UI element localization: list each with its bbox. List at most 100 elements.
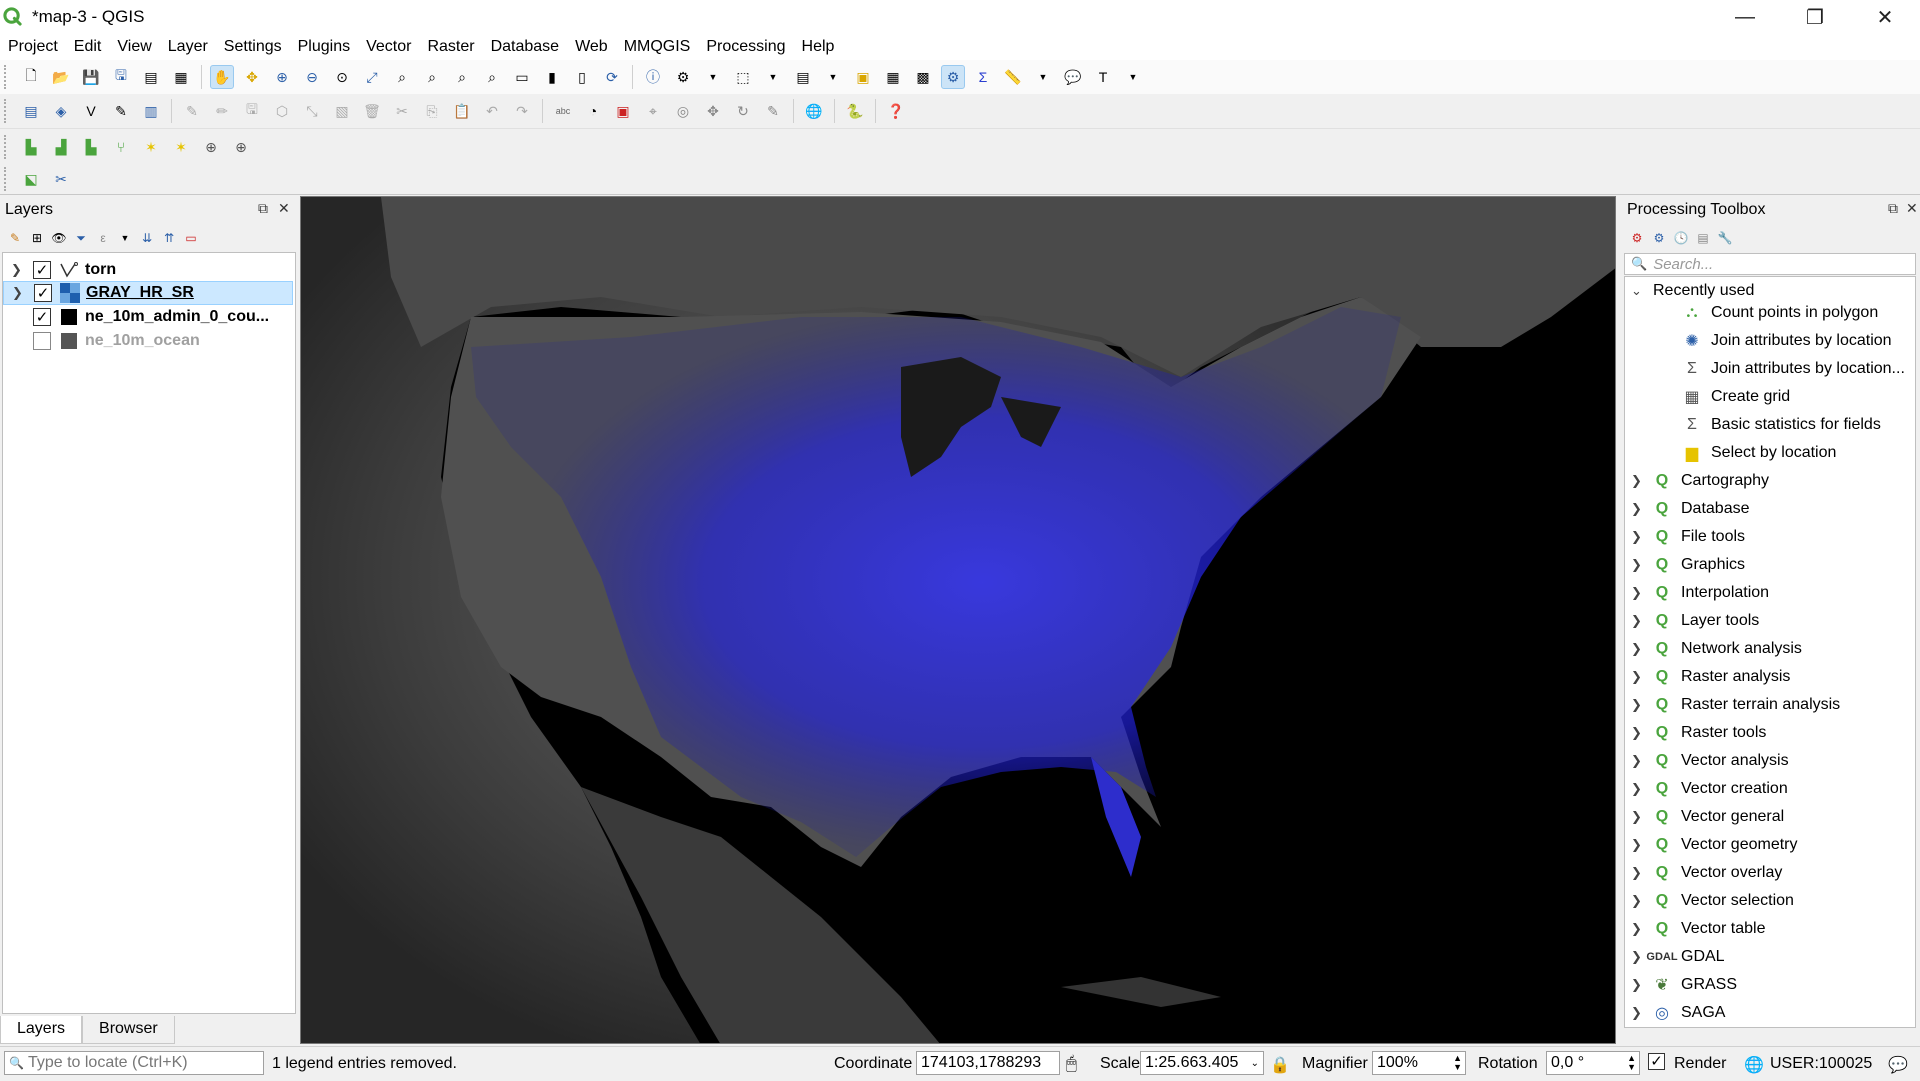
tree-group-vector-selection[interactable]: ❯ Q Vector selection	[1625, 888, 1915, 914]
recent-item[interactable]: ▦ Create grid	[1625, 384, 1915, 410]
menu-database[interactable]: Database	[483, 34, 568, 60]
add-group-icon[interactable]: ⊞	[28, 229, 46, 247]
close-button[interactable]: ✕	[1850, 0, 1920, 34]
recent-item[interactable]: ✺ Join attributes by location	[1625, 328, 1915, 354]
layer-row-admin-countries[interactable]: ✓ ne_10m_admin_0_cou...	[3, 305, 293, 329]
map-tips-icon[interactable]: 💬	[1061, 65, 1085, 89]
zoom-native-icon[interactable]: ⊙	[330, 65, 354, 89]
layer-visibility-checkbox[interactable]: ✓	[33, 308, 51, 326]
help-icon[interactable]: ❓	[884, 99, 908, 123]
layer-visibility-checkbox[interactable]	[33, 332, 51, 350]
scissors-tool-icon[interactable]: ✂	[49, 167, 73, 191]
remove-layer-icon[interactable]: ▭	[182, 229, 200, 247]
redo-icon[interactable]: ↷	[510, 99, 534, 123]
tree-group-vector-table[interactable]: ❯ Q Vector table	[1625, 916, 1915, 942]
tree-group-vector-geometry[interactable]: ❯ Q Vector geometry	[1625, 832, 1915, 858]
histogram-compare-icon[interactable]: ▟	[49, 135, 73, 159]
measure-icon[interactable]: 📏	[1001, 65, 1025, 89]
menu-view[interactable]: View	[109, 34, 159, 60]
layer-row-torn[interactable]: ❯ ✓ torn	[3, 258, 293, 282]
vertex-tool-icon[interactable]: ⤡	[300, 99, 324, 123]
layout-manager-icon[interactable]: ▦	[169, 65, 193, 89]
expand-arrow-icon[interactable]: ❯	[1631, 753, 1642, 769]
statistics-sigma-icon[interactable]: Σ	[971, 65, 995, 89]
dropdown-arrow-icon[interactable]: ▼	[701, 65, 725, 89]
layer-row-ocean[interactable]: ne_10m_ocean	[3, 329, 293, 353]
save-edits-icon[interactable]: 🖫	[240, 99, 264, 123]
tree-group-vector-creation[interactable]: ❯ Q Vector creation	[1625, 776, 1915, 802]
tree-group-layer-tools[interactable]: ❯ Q Layer tools	[1625, 608, 1915, 634]
tree-group-file-tools[interactable]: ❯ Q File tools	[1625, 524, 1915, 550]
add-feature-icon[interactable]: ⬡	[270, 99, 294, 123]
save-as-icon[interactable]: 🖫	[109, 65, 133, 89]
expand-arrow-icon[interactable]: ❯	[1631, 641, 1642, 657]
pan-to-selection-icon[interactable]: ✥	[240, 65, 264, 89]
menu-processing[interactable]: Processing	[698, 34, 793, 60]
menu-project[interactable]: Project	[0, 34, 66, 60]
filter-expression-icon[interactable]: ε	[94, 229, 112, 247]
deselect-icon[interactable]: ▣	[851, 65, 875, 89]
tree-group-raster-analysis[interactable]: ❯ Q Raster analysis	[1625, 664, 1915, 690]
float-panel-icon[interactable]: ⧉	[258, 200, 268, 217]
menu-edit[interactable]: Edit	[66, 34, 110, 60]
text-annotation-icon[interactable]: T	[1091, 65, 1115, 89]
expand-all-icon[interactable]: ⇊	[138, 229, 156, 247]
diagram-icon[interactable]: ◔	[581, 99, 605, 123]
expand-arrow-icon[interactable]: ❯	[1631, 557, 1642, 573]
options-icon[interactable]: 🔧	[1716, 229, 1734, 247]
magnifier-spinbox[interactable]: 100% ▲ ▼	[1372, 1051, 1466, 1075]
layer-visibility-checkbox[interactable]: ✓	[34, 284, 52, 302]
save-project-icon[interactable]: 💾	[79, 65, 103, 89]
modify-attributes-icon[interactable]: ▧	[330, 99, 354, 123]
lock-scale-icon[interactable]: 🔒	[1270, 1055, 1290, 1075]
toolbar-grip[interactable]	[4, 65, 10, 89]
models-icon[interactable]: ⚙	[1628, 229, 1646, 247]
tree-group-vector-analysis[interactable]: ❯ Q Vector analysis	[1625, 748, 1915, 774]
expand-arrow-icon[interactable]: ❯	[1631, 865, 1642, 881]
expand-arrow-icon[interactable]: ❯	[1631, 921, 1642, 937]
tab-browser[interactable]: Browser	[82, 1016, 175, 1044]
coordinate-input[interactable]: 174103,1788293	[916, 1051, 1060, 1075]
results-viewer-icon[interactable]: ▤	[1694, 229, 1712, 247]
coordinate-toggle-icon[interactable]: 🖱	[1066, 1053, 1077, 1074]
new-project-icon[interactable]: 🗋	[19, 65, 43, 89]
expand-arrow-icon[interactable]: ❯	[1631, 501, 1642, 517]
manage-themes-icon[interactable]: 👁	[50, 229, 68, 247]
layer-visibility-checkbox[interactable]: ✓	[33, 261, 51, 279]
digitize-icon[interactable]: ✎	[109, 99, 133, 123]
dropdown-arrow-icon[interactable]: ▼	[1031, 65, 1055, 89]
zoom-full-icon[interactable]: ⤢	[360, 65, 384, 89]
expand-arrow-icon[interactable]: ❯	[1631, 725, 1642, 741]
tree-provider-gdal[interactable]: ❯ GDAL GDAL	[1625, 944, 1915, 970]
expand-arrow-icon[interactable]: ❯	[12, 285, 26, 301]
dropdown-arrow-icon[interactable]: ▼	[761, 65, 785, 89]
dropdown-arrow-icon[interactable]: ▼	[116, 229, 134, 247]
undo-icon[interactable]: ↶	[480, 99, 504, 123]
expand-arrow-icon[interactable]: ❯	[1631, 949, 1642, 965]
scripts-icon[interactable]: ⚙	[1650, 229, 1668, 247]
label-icon[interactable]: abc	[551, 99, 575, 123]
minimize-button[interactable]: —	[1710, 0, 1780, 34]
menu-help[interactable]: Help	[794, 34, 843, 60]
expand-arrow-icon[interactable]: ❯	[1631, 529, 1642, 545]
tree-group-raster-terrain-analysis[interactable]: ❯ Q Raster terrain analysis	[1625, 692, 1915, 718]
tree-group-vector-overlay[interactable]: ❯ Q Vector overlay	[1625, 860, 1915, 886]
refresh-icon[interactable]: ⟳	[600, 65, 624, 89]
action-icon[interactable]: ⚙	[671, 65, 695, 89]
expand-arrow-icon[interactable]: ❯	[1631, 669, 1642, 685]
crs-label[interactable]: USER:100025	[1770, 1055, 1872, 1073]
expand-arrow-icon[interactable]: ❯	[1631, 809, 1642, 825]
expand-arrow-icon[interactable]: ❯	[11, 262, 25, 278]
python-console-icon[interactable]: 🐍	[843, 99, 867, 123]
rotation-spinbox[interactable]: 0,0 ° ▲ ▼	[1546, 1051, 1640, 1075]
add-layer-icon[interactable]: ◈	[49, 99, 73, 123]
expand-arrow-icon[interactable]: ❯	[1631, 893, 1642, 909]
georeferencer-icon[interactable]: ⬕	[19, 167, 43, 191]
expand-arrow-icon[interactable]: ❯	[1631, 613, 1642, 629]
toggle-editing-icon[interactable]: ✏	[210, 99, 234, 123]
expand-arrow-icon[interactable]: ❯	[1631, 473, 1642, 489]
messages-icon[interactable]: 💬	[1888, 1055, 1908, 1075]
restore-button[interactable]: ❐	[1780, 0, 1850, 34]
new-layer-star-icon[interactable]: ✶	[139, 135, 163, 159]
identify-icon[interactable]: ⓘ	[641, 65, 665, 89]
